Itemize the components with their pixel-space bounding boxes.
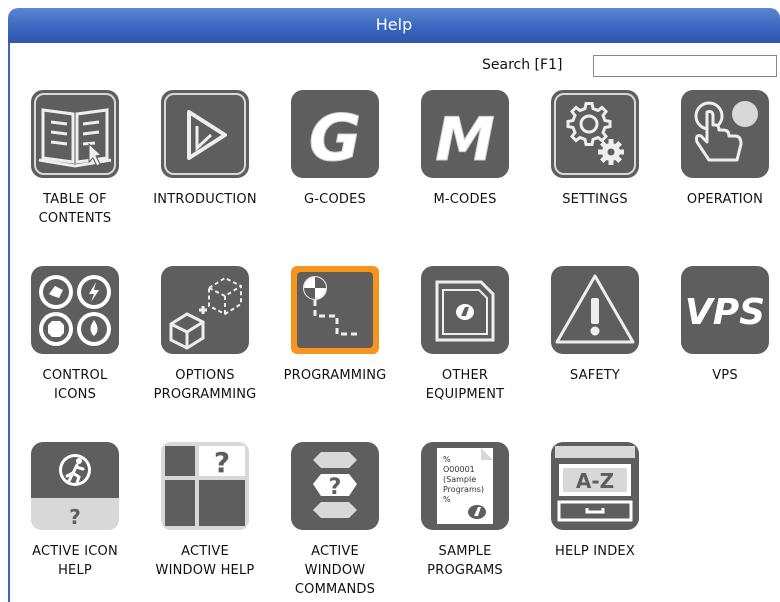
m-letter-icon: M <box>421 90 509 178</box>
window-title: Help <box>375 15 413 34</box>
search-input[interactable] <box>593 55 777 77</box>
tile-sample-programs[interactable]: % O00001 (Sample Programs) % SAMPLE PROG… <box>400 440 530 580</box>
warning-triangle-icon <box>551 266 639 354</box>
window-commands-icon: ? <box>291 442 379 530</box>
svg-text:?: ? <box>214 446 230 479</box>
svg-text:M: M <box>435 105 495 175</box>
tile-help-index[interactable]: A-Z HELP INDEX <box>530 440 660 561</box>
tile-label: CONTROL ICONS <box>42 368 108 402</box>
tile-programming[interactable]: PROGRAMMING <box>270 264 400 385</box>
tile-label: VPS <box>712 368 738 383</box>
svg-text:G: G <box>309 102 362 176</box>
tile-operation[interactable]: OPERATION <box>660 88 780 209</box>
sample-document-icon: % O00001 (Sample Programs) % <box>421 442 509 530</box>
active-window-help-icon: ? <box>161 442 249 530</box>
window-title-bar: Help <box>8 8 780 43</box>
svg-text:?: ? <box>329 475 342 500</box>
svg-text:?: ? <box>69 505 81 529</box>
tile-label: OTHER EQUIPMENT <box>425 368 505 402</box>
az-index-icon: A-Z <box>551 442 639 530</box>
equipment-folder-icon <box>421 266 509 354</box>
tile-label: HELP INDEX <box>555 544 635 559</box>
tile-label: SETTINGS <box>562 192 628 207</box>
active-icon-help-icon: ? <box>31 442 119 530</box>
svg-text:VPS: VPS <box>685 292 765 333</box>
tile-label: INTRODUCTION <box>153 192 257 207</box>
tile-g-codes[interactable]: G G-CODES <box>270 88 400 209</box>
tile-introduction[interactable]: INTRODUCTION <box>140 88 270 209</box>
search-label: Search [F1] <box>482 57 563 73</box>
tile-active-icon-help[interactable]: ? ACTIVE ICON HELP <box>10 440 140 580</box>
tile-label: OPERATION <box>686 192 764 207</box>
tile-label: ACTIVE WINDOW COMMANDS <box>294 544 376 597</box>
tile-table-of-contents[interactable]: TABLE OF CONTENTS <box>10 88 140 228</box>
tile-m-codes[interactable]: M M-CODES <box>400 88 530 209</box>
hand-pointer-icon <box>681 90 769 178</box>
g-letter-icon: G <box>291 90 379 178</box>
tile-label: ACTIVE ICON HELP <box>32 544 118 578</box>
tile-label: M-CODES <box>433 192 497 207</box>
tile-label: SAMPLE PROGRAMS <box>427 544 503 578</box>
svg-text:A-Z: A-Z <box>576 469 614 493</box>
control-icons-icon <box>31 266 119 354</box>
tile-label: SAFETY <box>569 368 621 383</box>
tile-vps[interactable]: VPS VPS <box>660 264 780 385</box>
tile-label: G-CODES <box>304 192 366 207</box>
tile-other-equipment[interactable]: OTHER EQUIPMENT <box>400 264 530 404</box>
tile-label: PROGRAMMING <box>283 368 387 383</box>
tile-settings[interactable]: SETTINGS <box>530 88 660 209</box>
gear-icon <box>551 90 639 178</box>
tile-control-icons[interactable]: CONTROL ICONS <box>10 264 140 404</box>
vps-icon: VPS <box>681 266 769 354</box>
tile-label: OPTIONS PROGRAMMING <box>153 368 257 402</box>
toolpath-icon <box>291 266 379 354</box>
tile-active-window-help[interactable]: ? ACTIVE WINDOW HELP <box>140 440 270 580</box>
tile-label: ACTIVE WINDOW HELP <box>155 544 255 578</box>
play-triangle-icon <box>161 90 249 178</box>
tile-safety[interactable]: SAFETY <box>530 264 660 385</box>
book-icon <box>31 90 119 178</box>
tile-label: TABLE OF CONTENTS <box>38 192 112 226</box>
tile-active-window-commands[interactable]: ? ACTIVE WINDOW COMMANDS <box>270 440 400 599</box>
options-cube-icon <box>161 266 249 354</box>
tile-options-programming[interactable]: OPTIONS PROGRAMMING <box>140 264 270 404</box>
